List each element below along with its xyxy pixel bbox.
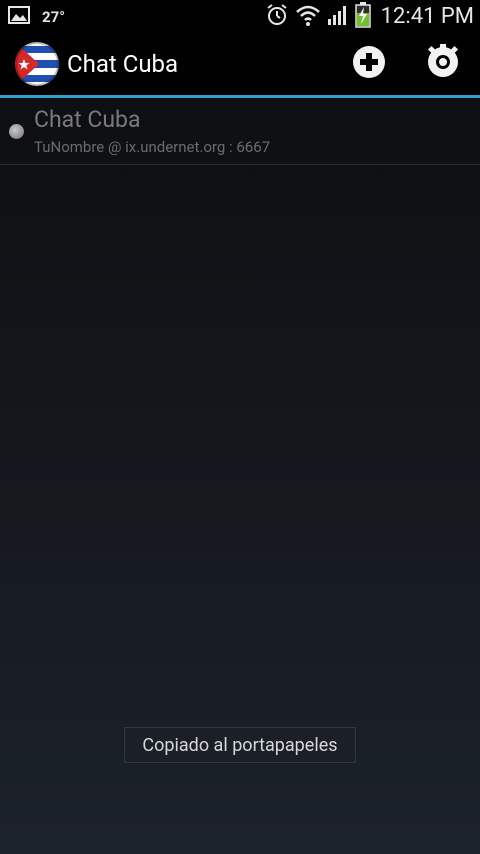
add-server-button[interactable] <box>332 33 406 95</box>
settings-button[interactable] <box>406 33 480 95</box>
cuba-flag-icon[interactable] <box>15 42 59 86</box>
app-title: Chat Cuba <box>67 50 179 78</box>
status-bar: 27° 12:41 PM <box>0 0 480 33</box>
list-item[interactable]: Chat Cuba TuNombre @ ix.undernet.org : 6… <box>0 98 480 165</box>
server-list: Chat Cuba TuNombre @ ix.undernet.org : 6… <box>0 98 480 165</box>
settings-icon <box>425 44 461 84</box>
gallery-notification-icon <box>8 5 30 28</box>
clock-text: 12:41 PM <box>380 4 474 29</box>
action-bar: Chat Cuba <box>0 33 480 95</box>
wifi-icon <box>295 3 321 31</box>
toast-message: Copiado al portapapeles <box>124 727 356 763</box>
status-indicator-icon <box>9 124 24 139</box>
signal-icon <box>327 4 349 30</box>
alarm-icon <box>265 3 289 31</box>
add-icon <box>352 45 386 83</box>
battery-charging-icon <box>354 1 371 32</box>
server-details: TuNombre @ ix.undernet.org : 6667 <box>34 138 271 156</box>
server-name: Chat Cuba <box>34 106 141 133</box>
temperature-text: 27° <box>42 7 66 26</box>
